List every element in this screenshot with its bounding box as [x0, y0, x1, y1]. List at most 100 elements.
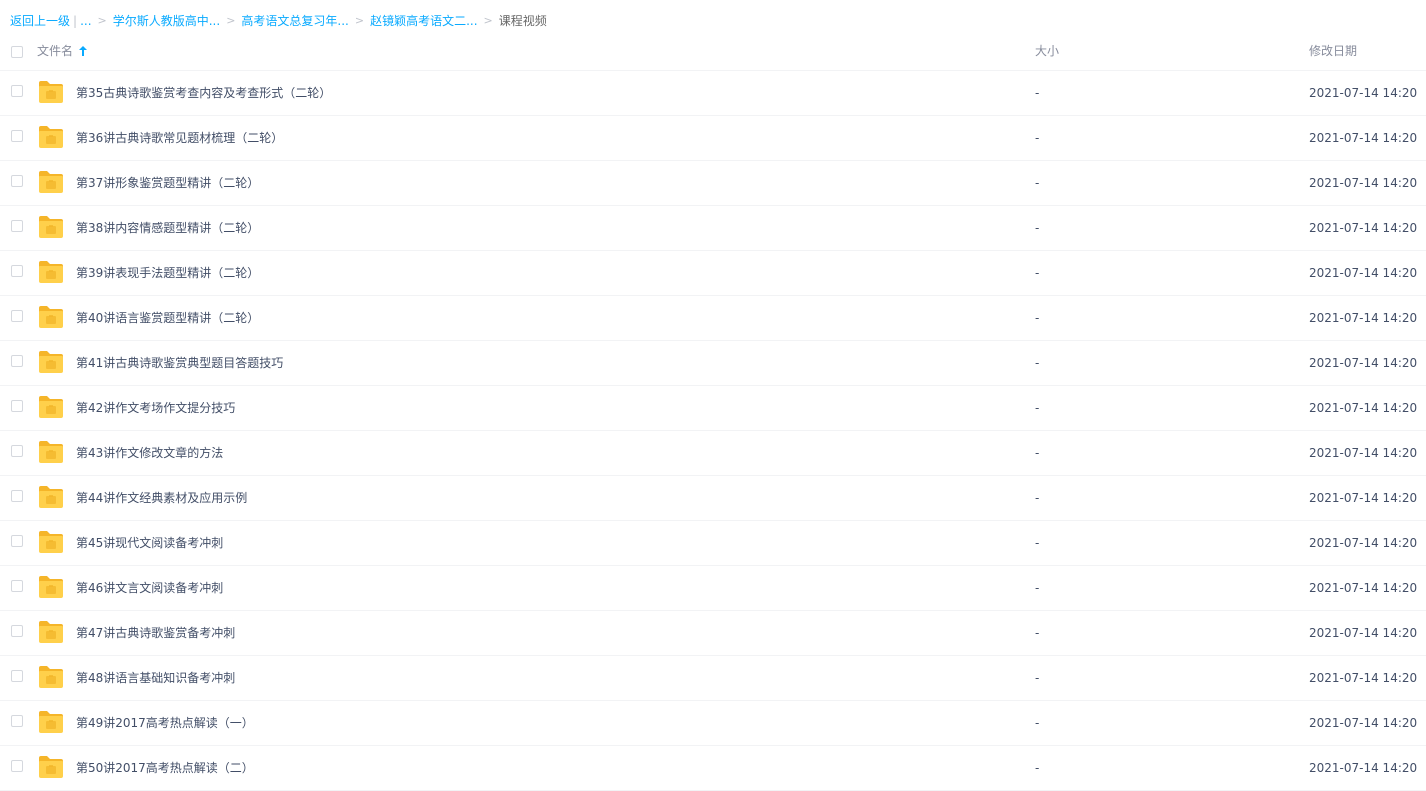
row-checkbox[interactable]: [11, 400, 23, 412]
row-checkbox[interactable]: [11, 265, 23, 277]
folder-icon[interactable]: [38, 395, 64, 419]
folder-icon[interactable]: [38, 575, 64, 599]
file-row[interactable]: 第35古典诗歌鉴赏考查内容及考查形式（二轮） - 2021-07-14 14:2…: [0, 71, 1426, 116]
file-name[interactable]: 第37讲形象鉴赏题型精讲（二轮）: [76, 161, 259, 205]
file-date: 2021-07-14 14:20: [1309, 536, 1418, 550]
file-row[interactable]: 第43讲作文修改文章的方法 - 2021-07-14 14:20: [0, 431, 1426, 476]
file-name[interactable]: 第41讲古典诗歌鉴赏典型题目答题技巧: [76, 341, 283, 385]
row-checkbox[interactable]: [11, 220, 23, 232]
column-header-size[interactable]: 大小: [1035, 32, 1059, 70]
row-checkbox[interactable]: [11, 580, 23, 592]
file-row[interactable]: 第41讲古典诗歌鉴赏典型题目答题技巧 - 2021-07-14 14:20: [0, 341, 1426, 386]
file-name[interactable]: 第50讲2017高考热点解读（二）: [76, 746, 254, 790]
back-link[interactable]: 返回上一级: [10, 11, 70, 31]
row-checkbox[interactable]: [11, 175, 23, 187]
file-row[interactable]: 第40讲语言鉴赏题型精讲（二轮） - 2021-07-14 14:20: [0, 296, 1426, 341]
file-date: 2021-07-14 14:20: [1309, 761, 1418, 775]
file-name[interactable]: 第48讲语言基础知识备考冲刺: [76, 656, 235, 700]
folder-icon[interactable]: [38, 305, 64, 329]
chevron-right-icon: >: [97, 14, 107, 27]
file-row[interactable]: 第42讲作文考场作文提分技巧 - 2021-07-14 14:20: [0, 386, 1426, 431]
folder-icon[interactable]: [38, 710, 64, 734]
file-row[interactable]: 第38讲内容情感题型精讲（二轮） - 2021-07-14 14:20: [0, 206, 1426, 251]
chevron-right-icon: >: [483, 14, 493, 27]
folder-icon[interactable]: [38, 620, 64, 644]
file-date: 2021-07-14 14:20: [1309, 401, 1418, 415]
file-row[interactable]: 第37讲形象鉴赏题型精讲（二轮） - 2021-07-14 14:20: [0, 161, 1426, 206]
file-row[interactable]: 第49讲2017高考热点解读（一） - 2021-07-14 14:20: [0, 701, 1426, 746]
row-checkbox[interactable]: [11, 535, 23, 547]
folder-icon[interactable]: [38, 440, 64, 464]
file-row[interactable]: 第36讲古典诗歌常见题材梳理（二轮） - 2021-07-14 14:20: [0, 116, 1426, 161]
file-date: 2021-07-14 14:20: [1309, 176, 1418, 190]
file-size: -: [1035, 626, 1040, 640]
row-checkbox[interactable]: [11, 355, 23, 367]
folder-icon[interactable]: [38, 170, 64, 194]
file-size: -: [1035, 581, 1040, 595]
folder-icon[interactable]: [38, 530, 64, 554]
file-size: -: [1035, 716, 1040, 730]
folder-icon[interactable]: [38, 260, 64, 284]
file-name[interactable]: 第45讲现代文阅读备考冲刺: [76, 521, 223, 565]
file-name[interactable]: 第42讲作文考场作文提分技巧: [76, 386, 235, 430]
file-date: 2021-07-14 14:20: [1309, 86, 1418, 100]
row-checkbox[interactable]: [11, 625, 23, 637]
file-size: -: [1035, 536, 1040, 550]
file-name[interactable]: 第44讲作文经典素材及应用示例: [76, 476, 247, 520]
file-row[interactable]: 第44讲作文经典素材及应用示例 - 2021-07-14 14:20: [0, 476, 1426, 521]
row-checkbox[interactable]: [11, 310, 23, 322]
folder-icon[interactable]: [38, 215, 64, 239]
file-name[interactable]: 第35古典诗歌鉴赏考查内容及考查形式（二轮）: [76, 71, 331, 115]
breadcrumb-current: 课程视频: [498, 14, 547, 28]
breadcrumb: 返回上一级 | ... > 学尔斯人教版高中... > 高考语文总复习年... …: [10, 11, 547, 31]
folder-icon[interactable]: [38, 125, 64, 149]
file-date: 2021-07-14 14:20: [1309, 266, 1418, 280]
file-date: 2021-07-14 14:20: [1309, 626, 1418, 640]
folder-icon[interactable]: [38, 80, 64, 104]
file-name[interactable]: 第47讲古典诗歌鉴赏备考冲刺: [76, 611, 235, 655]
row-checkbox[interactable]: [11, 490, 23, 502]
folder-icon[interactable]: [38, 665, 64, 689]
sort-ascending-icon[interactable]: [79, 46, 88, 56]
file-name[interactable]: 第46讲文言文阅读备考冲刺: [76, 566, 223, 610]
row-checkbox[interactable]: [11, 670, 23, 682]
file-date: 2021-07-14 14:20: [1309, 356, 1418, 370]
file-date: 2021-07-14 14:20: [1309, 311, 1418, 325]
breadcrumb-ellipsis[interactable]: ...: [80, 11, 91, 31]
chevron-right-icon: >: [226, 14, 236, 27]
column-header-name[interactable]: 文件名: [37, 32, 88, 70]
file-row[interactable]: 第50讲2017高考热点解读（二） - 2021-07-14 14:20: [0, 746, 1426, 791]
row-checkbox[interactable]: [11, 85, 23, 97]
breadcrumb-item-1[interactable]: 学尔斯人教版高中...: [113, 11, 220, 31]
breadcrumb-item-2[interactable]: 高考语文总复习年...: [241, 11, 348, 31]
file-name[interactable]: 第38讲内容情感题型精讲（二轮）: [76, 206, 259, 250]
row-checkbox[interactable]: [11, 715, 23, 727]
file-row[interactable]: 第46讲文言文阅读备考冲刺 - 2021-07-14 14:20: [0, 566, 1426, 611]
file-row[interactable]: 第47讲古典诗歌鉴赏备考冲刺 - 2021-07-14 14:20: [0, 611, 1426, 656]
file-name[interactable]: 第43讲作文修改文章的方法: [76, 431, 223, 475]
file-name[interactable]: 第39讲表现手法题型精讲（二轮）: [76, 251, 259, 295]
column-header-date[interactable]: 修改日期: [1309, 32, 1357, 70]
breadcrumb-item-3[interactable]: 赵镜颖高考语文二...: [370, 11, 477, 31]
file-size: -: [1035, 131, 1040, 145]
file-size: -: [1035, 491, 1040, 505]
row-checkbox[interactable]: [11, 130, 23, 142]
file-name[interactable]: 第36讲古典诗歌常见题材梳理（二轮）: [76, 116, 283, 160]
folder-icon[interactable]: [38, 755, 64, 779]
file-size: -: [1035, 401, 1040, 415]
folder-icon[interactable]: [38, 350, 64, 374]
file-name[interactable]: 第49讲2017高考热点解读（一）: [76, 701, 254, 745]
file-size: -: [1035, 671, 1040, 685]
file-size: -: [1035, 311, 1040, 325]
breadcrumb-divider: |: [73, 14, 78, 28]
chevron-right-icon: >: [354, 14, 365, 27]
folder-icon[interactable]: [38, 485, 64, 509]
file-row[interactable]: 第48讲语言基础知识备考冲刺 - 2021-07-14 14:20: [0, 656, 1426, 701]
row-checkbox[interactable]: [11, 445, 23, 457]
file-name[interactable]: 第40讲语言鉴赏题型精讲（二轮）: [76, 296, 259, 340]
file-row[interactable]: 第45讲现代文阅读备考冲刺 - 2021-07-14 14:20: [0, 521, 1426, 566]
select-all-checkbox[interactable]: [11, 46, 23, 58]
row-checkbox[interactable]: [11, 760, 23, 772]
file-list: 文件名 大小 修改日期 第35古典诗歌鉴赏考查内容及考查形式（二轮） - 202…: [0, 32, 1426, 791]
file-row[interactable]: 第39讲表现手法题型精讲（二轮） - 2021-07-14 14:20: [0, 251, 1426, 296]
